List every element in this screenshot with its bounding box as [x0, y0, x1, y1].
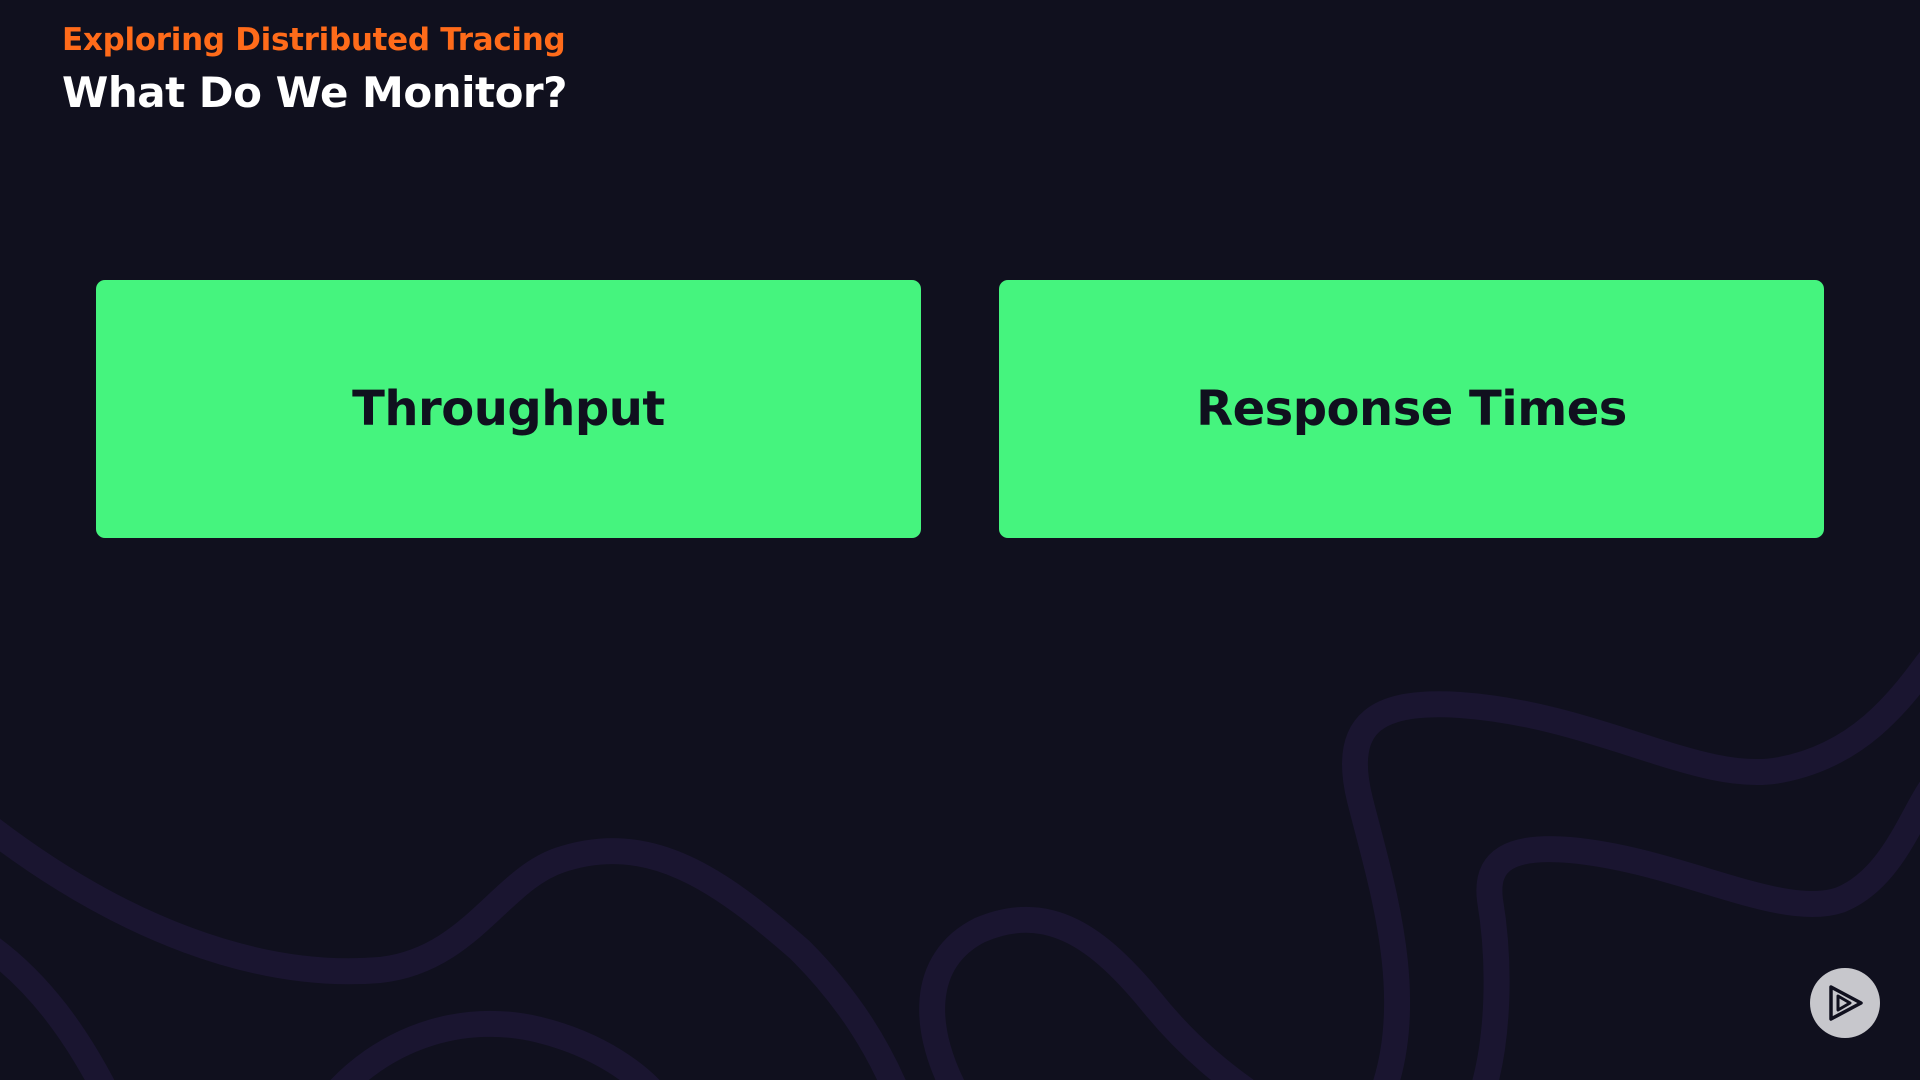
- throughput-card: Throughput: [96, 280, 921, 538]
- presentation-subtitle: Exploring Distributed Tracing: [62, 22, 566, 58]
- play-logo-icon: [1829, 985, 1863, 1021]
- play-button[interactable]: [1810, 968, 1880, 1038]
- background-swirl-decoration: [0, 651, 1920, 1080]
- response-times-card-label: Response Times: [1196, 381, 1627, 437]
- throughput-card-label: Throughput: [352, 381, 665, 437]
- response-times-card: Response Times: [999, 280, 1824, 538]
- slide-title: What Do We Monitor?: [62, 68, 568, 117]
